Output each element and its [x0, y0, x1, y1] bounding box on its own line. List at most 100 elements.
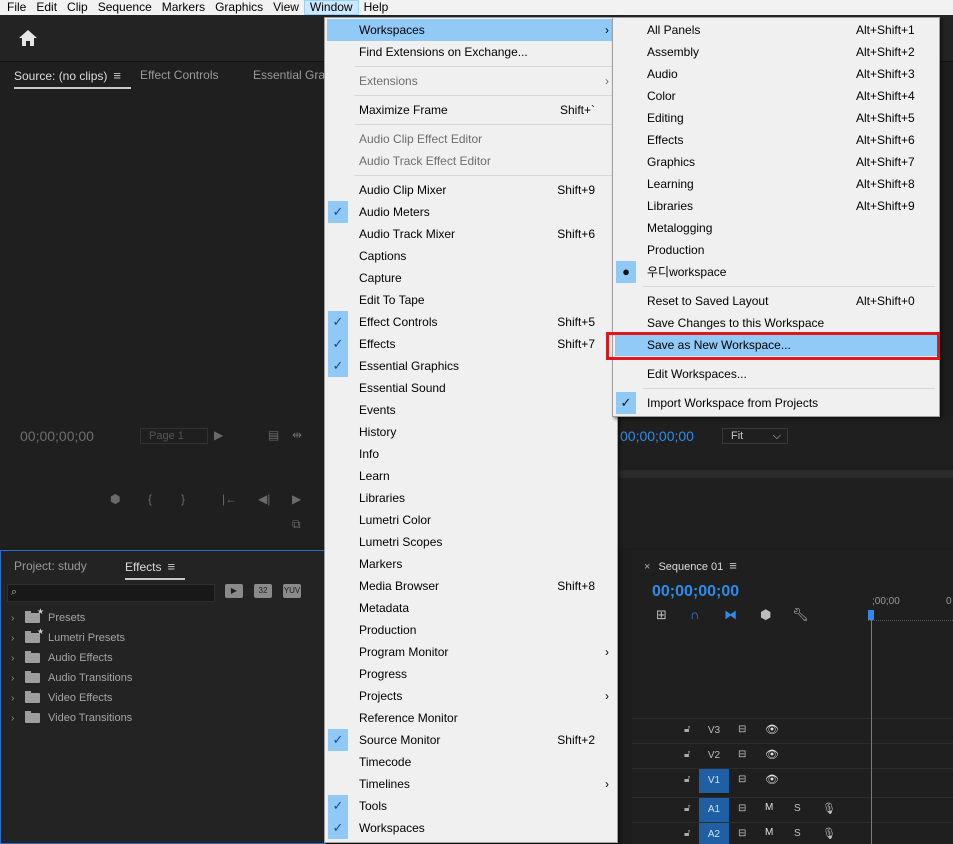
lock-icon[interactable]: 🔓︎: [684, 803, 690, 814]
microphone-icon[interactable]: 🎙︎: [822, 802, 836, 815]
lock-icon[interactable]: 🔓︎: [684, 724, 690, 735]
zoom-select[interactable]: Fit ⌵: [722, 428, 788, 444]
sync-lock-icon[interactable]: ⊟: [738, 774, 746, 785]
mute-button[interactable]: M: [765, 827, 773, 838]
sync-lock-icon[interactable]: ⊟: [738, 749, 746, 760]
workspace-effects[interactable]: Effects Alt+Shift+6: [615, 129, 937, 151]
mark-in-icon[interactable]: {: [148, 492, 152, 506]
menu-item-program-monitor[interactable]: Program Monitor ›: [327, 641, 615, 663]
linked-selection-icon[interactable]: ⧓: [724, 607, 737, 623]
tab-sequence[interactable]: × Sequence 01 ≡: [644, 558, 737, 573]
menu-sequence[interactable]: Sequence: [93, 0, 157, 15]
wrench-icon[interactable]: 🔧︎: [792, 607, 809, 623]
menu-item-essential-graphics[interactable]: ✓ Essential Graphics: [327, 355, 615, 377]
go-to-in-icon[interactable]: |←: [222, 492, 237, 506]
menu-item-learn[interactable]: Learn: [327, 465, 615, 487]
track-v2[interactable]: 🔓︎ V2 ⊟ 👁︎: [632, 743, 953, 768]
track-v3[interactable]: 🔓︎ V3 ⊟ 👁︎: [632, 718, 953, 743]
menu-item-extensions[interactable]: Extensions ›: [327, 70, 615, 92]
solo-button[interactable]: S: [794, 803, 801, 814]
menu-item-timecode[interactable]: Timecode: [327, 751, 615, 773]
menu-item-effect-controls[interactable]: ✓ Effect Controls Shift+5: [327, 311, 615, 333]
menu-item-captions[interactable]: Captions: [327, 245, 615, 267]
menu-item-source-monitor[interactable]: ✓ Source Monitor Shift+2: [327, 729, 615, 751]
sync-lock-icon[interactable]: ⊟: [738, 724, 746, 735]
menu-item-audio-clip-effect-editor[interactable]: Audio Clip Effect Editor: [327, 128, 615, 150]
chevron-right-icon[interactable]: ›: [11, 633, 25, 644]
chevron-right-icon[interactable]: ›: [11, 693, 25, 704]
edit-workspaces-item[interactable]: Edit Workspaces...: [615, 363, 937, 385]
eye-icon[interactable]: 👁︎: [765, 723, 779, 736]
insert-nest-icon[interactable]: ⊞: [656, 607, 667, 623]
menu-markers[interactable]: Markers: [157, 0, 210, 15]
menu-graphics[interactable]: Graphics: [210, 0, 268, 15]
menu-item-workspaces-panel[interactable]: ✓ Workspaces: [327, 817, 615, 839]
menu-item-audio-clip-mixer[interactable]: Audio Clip Mixer Shift+9: [327, 179, 615, 201]
mute-button[interactable]: M: [765, 802, 773, 813]
menu-clip[interactable]: Clip: [62, 0, 93, 15]
settings-icon[interactable]: ▤: [268, 428, 279, 442]
program-timecode[interactable]: 00;00;00;00: [620, 428, 694, 444]
sync-lock-icon[interactable]: ⊟: [738, 803, 746, 814]
workspace-production[interactable]: Production: [615, 239, 937, 261]
menu-item-audio-track-effect-editor[interactable]: Audio Track Effect Editor: [327, 150, 615, 172]
time-ruler[interactable]: [868, 611, 953, 621]
menu-item-progress[interactable]: Progress: [327, 663, 615, 685]
track-label[interactable]: V1: [699, 769, 729, 793]
add-marker-icon[interactable]: ⬢: [760, 607, 771, 623]
panel-menu-icon[interactable]: ≡: [113, 68, 121, 83]
page-select[interactable]: Page 1: [140, 428, 208, 444]
menu-item-lumetri-scopes[interactable]: Lumetri Scopes: [327, 531, 615, 553]
lock-icon[interactable]: 🔓︎: [684, 828, 690, 839]
workspace-color[interactable]: Color Alt+Shift+4: [615, 85, 937, 107]
tab-effect-controls[interactable]: Effect Controls: [140, 68, 218, 82]
workspace-editing[interactable]: Editing Alt+Shift+5: [615, 107, 937, 129]
menu-item-timelines[interactable]: Timelines ›: [327, 773, 615, 795]
menu-item-effects[interactable]: ✓ Effects Shift+7: [327, 333, 615, 355]
menu-item-tools[interactable]: ✓ Tools: [327, 795, 615, 817]
workspace-all-panels[interactable]: All Panels Alt+Shift+1: [615, 19, 937, 41]
effects-search-input[interactable]: ⌕: [7, 584, 215, 602]
menu-item-essential-sound[interactable]: Essential Sound: [327, 377, 615, 399]
menu-item-libraries[interactable]: Libraries: [327, 487, 615, 509]
menu-help[interactable]: Help: [359, 0, 394, 15]
menu-item-workspaces[interactable]: Workspaces ›: [327, 19, 615, 41]
import-workspace-from-projects-item[interactable]: ✓ Import Workspace from Projects: [615, 392, 937, 414]
menu-item-find-extensions[interactable]: Find Extensions on Exchange...: [327, 41, 615, 63]
save-as-new-workspace-item[interactable]: Save as New Workspace...: [615, 334, 937, 356]
playhead-line[interactable]: [871, 610, 872, 844]
track-v1[interactable]: 🔓︎ V1 ⊟ 👁︎: [632, 768, 953, 793]
add-marker-icon[interactable]: ⬢: [110, 492, 120, 506]
menu-item-events[interactable]: Events: [327, 399, 615, 421]
menu-item-audio-meters[interactable]: ✓ Audio Meters: [327, 201, 615, 223]
track-label[interactable]: A2: [699, 823, 729, 844]
tree-item-audio-transitions[interactable]: › Audio Transitions: [11, 668, 132, 688]
chevron-right-icon[interactable]: ›: [11, 713, 25, 724]
program-scrub-bar[interactable]: [617, 470, 953, 478]
tree-item-video-effects[interactable]: › Video Effects: [11, 688, 112, 708]
tab-source[interactable]: Source: (no clips) ≡: [14, 68, 131, 89]
menu-window[interactable]: Window: [303, 0, 359, 15]
workspace-libraries[interactable]: Libraries Alt+Shift+9: [615, 195, 937, 217]
source-timecode[interactable]: 00;00;00;00: [20, 428, 94, 444]
menu-file[interactable]: File: [0, 0, 31, 15]
mark-out-icon[interactable]: }: [181, 492, 185, 506]
accelerated-effects-button[interactable]: ▶: [225, 584, 243, 598]
workspace-graphics[interactable]: Graphics Alt+Shift+7: [615, 151, 937, 173]
menu-edit[interactable]: Edit: [31, 0, 62, 15]
track-a1[interactable]: 🔓︎ A1 ⊟ M S 🎙︎: [632, 797, 953, 822]
lock-icon[interactable]: 🔓︎: [684, 749, 690, 760]
step-back-icon[interactable]: ◀|: [258, 492, 270, 506]
yuv-effects-button[interactable]: YUV: [283, 584, 301, 598]
menu-item-maximize-frame[interactable]: Maximize Frame Shift+`: [327, 99, 615, 121]
track-label[interactable]: A1: [699, 798, 729, 822]
reset-saved-layout-item[interactable]: Reset to Saved Layout Alt+Shift+0: [615, 290, 937, 312]
menu-item-metadata[interactable]: Metadata: [327, 597, 615, 619]
menu-item-edit-to-tape[interactable]: Edit To Tape: [327, 289, 615, 311]
track-label[interactable]: V3: [699, 719, 729, 743]
tree-item-video-transitions[interactable]: › Video Transitions: [11, 708, 132, 728]
menu-item-capture[interactable]: Capture: [327, 267, 615, 289]
sync-lock-icon[interactable]: ⊟: [738, 828, 746, 839]
workspace-audio[interactable]: Audio Alt+Shift+3: [615, 63, 937, 85]
tree-item-lumetri-presets[interactable]: ›Lumetri Presets: [11, 627, 125, 648]
